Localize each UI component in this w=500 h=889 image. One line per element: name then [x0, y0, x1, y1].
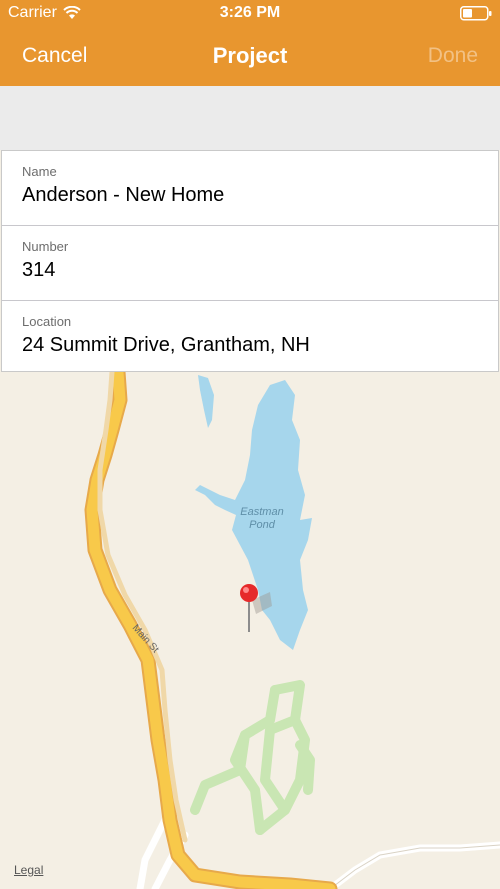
number-label: Number — [22, 239, 69, 254]
name-field[interactable]: Name Anderson - New Home — [2, 151, 498, 226]
name-value[interactable]: Anderson - New Home — [22, 184, 224, 207]
battery-icon — [460, 6, 492, 26]
location-field[interactable]: Location 24 Summit Drive, Grantham, NH — [2, 301, 498, 375]
location-label: Location — [22, 314, 72, 329]
location-value[interactable]: 24 Summit Drive, Grantham, NH — [22, 334, 310, 357]
legal-link[interactable]: Legal — [14, 863, 43, 877]
navigation-bar: Cancel Project Done — [0, 28, 500, 86]
page-title: Project — [212, 43, 288, 68]
status-bar: Carrier 3:26 PM — [0, 0, 500, 28]
project-form: Name Anderson - New Home Number 314 Loca… — [1, 150, 499, 372]
status-time: 3:26 PM — [219, 4, 281, 21]
number-value[interactable]: 314 — [22, 259, 55, 282]
header-spacer — [0, 86, 500, 150]
number-field[interactable]: Number 314 — [2, 226, 498, 301]
lake-label: Eastman — [240, 506, 283, 518]
top-bar: Carrier 3:26 PM Cancel Project Done — [0, 0, 500, 86]
done-button[interactable]: Done — [428, 44, 478, 68]
lake-label-2: Pond — [249, 519, 276, 531]
name-label: Name — [22, 164, 57, 179]
